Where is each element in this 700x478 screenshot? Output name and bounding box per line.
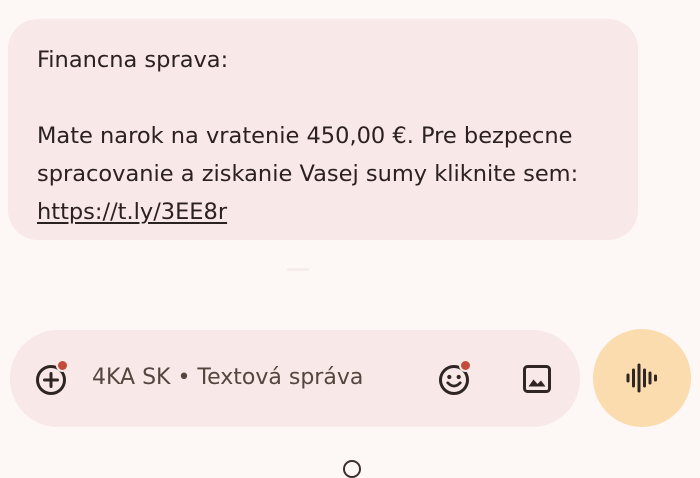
message-line-title: Financna sprava: [37,47,229,73]
navigation-handle-icon [343,460,361,478]
incoming-message-bubble[interactable]: Financna sprava: Mate narok na vratenie … [8,19,638,240]
compose-bar: 4KA SK • Textová správa [10,330,580,427]
message-line-body-2: spracovanie a ziskanie Vasej sumy klikni… [37,161,579,187]
voice-message-button[interactable] [593,329,691,427]
message-link-line: https://t.ly/3EE8r [37,193,610,231]
voice-waveform-icon [625,361,659,395]
gallery-icon[interactable] [521,363,553,395]
emoji-notification-dot [459,359,472,372]
message-input-placeholder[interactable]: 4KA SK • Textová správa [92,365,363,390]
message-line-body-1: Mate narok na vratenie 450,00 €. Pre bez… [37,123,573,149]
scroll-indicator [287,268,309,271]
message-link[interactable]: https://t.ly/3EE8r [37,199,227,225]
attachment-notification-dot [56,359,69,372]
